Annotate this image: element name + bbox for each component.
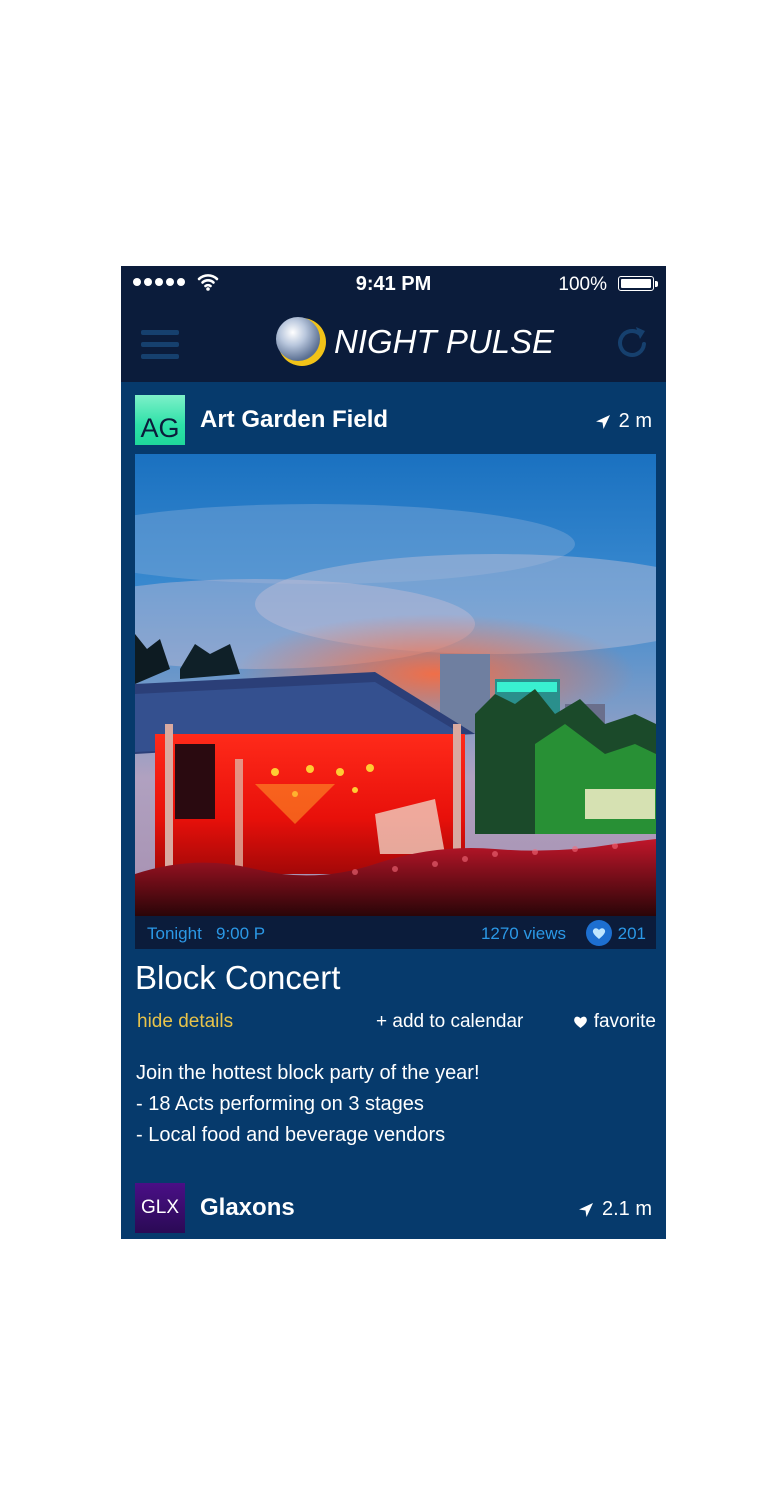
description-line: Join the hottest block party of the year…	[136, 1062, 480, 1084]
venue-name: Art Garden Field	[200, 406, 389, 433]
location-arrow-icon	[595, 414, 610, 429]
refresh-icon[interactable]	[612, 322, 652, 362]
moon-logo-icon	[276, 317, 326, 366]
heart-icon	[573, 1016, 587, 1028]
favorite-button[interactable]: favorite	[573, 1011, 656, 1033]
hide-details-link[interactable]: hide details	[137, 1011, 233, 1033]
like-heart-icon[interactable]	[586, 920, 612, 946]
event-time-value: 9:00 P	[216, 924, 266, 943]
description-line: - 18 Acts performing on 3 stages	[136, 1093, 424, 1115]
event-photo[interactable]	[135, 454, 656, 916]
app-logo: NIGHT PULSE	[276, 316, 554, 368]
event-views: 1270 views	[480, 924, 566, 943]
favorite-label: favorite	[593, 1011, 656, 1032]
venue-distance: 2.1 m	[578, 1198, 652, 1221]
event-likes: 201	[617, 924, 646, 943]
status-bar: 9:41 PM 100%	[121, 266, 666, 302]
venue-avatar: GLX	[135, 1183, 185, 1233]
distance-label: 2 m	[618, 410, 652, 432]
event-actions: hide details + add to calendar favorite	[137, 1011, 656, 1037]
location-arrow-icon	[578, 1202, 593, 1217]
hamburger-menu-icon[interactable]	[141, 330, 179, 362]
battery-percentage: 100%	[558, 274, 607, 295]
description-line: - Local food and beverage vendors	[136, 1124, 446, 1146]
venue-distance: 2 m	[595, 410, 652, 433]
venue-header[interactable]: GLX Glaxons 2.1 m	[121, 1170, 666, 1233]
app-name: NIGHT PULSE	[334, 323, 555, 360]
venue-header[interactable]: AG Art Garden Field 2 m	[121, 382, 666, 445]
phone-screen: 9:41 PM 100% NIGHT PULSE AG Art Garden F…	[121, 266, 666, 1239]
event-description: Join the hottest block party of the year…	[136, 1058, 480, 1151]
event-info-bar: Tonight 9:00 P 1270 views 201	[135, 916, 656, 949]
event-title: Block Concert	[135, 959, 341, 996]
battery-icon	[618, 276, 658, 291]
distance-label: 2.1 m	[601, 1198, 652, 1220]
nav-bar: NIGHT PULSE	[121, 302, 666, 382]
venue-name: Glaxons	[200, 1194, 295, 1221]
venue-avatar: AG	[135, 395, 185, 445]
event-time: Tonight 9:00 P	[147, 924, 265, 944]
event-time-label: Tonight	[147, 924, 202, 943]
add-to-calendar-button[interactable]: + add to calendar	[376, 1011, 523, 1033]
